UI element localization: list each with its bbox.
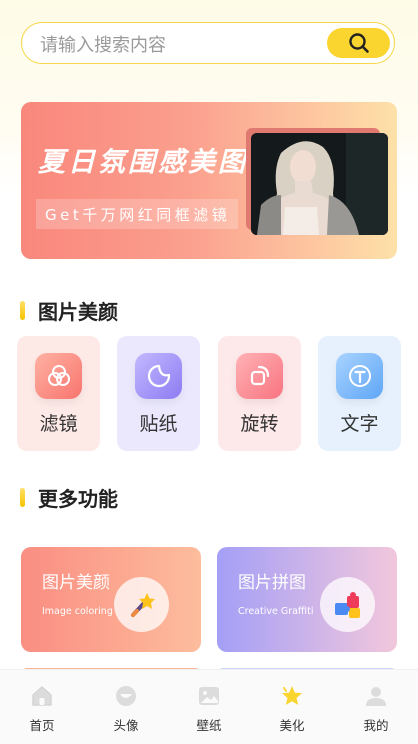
home-icon [32,686,52,706]
feature-card-puzzle[interactable]: 图片拼图 Creative Graffiti [217,547,397,652]
wallpaper-icon [199,687,219,705]
feature-card-beauty[interactable]: 图片美颜 Image coloring [21,547,201,652]
section-header-more: 更多功能 [20,483,118,512]
bottom-tab-bar: 首页 头像 壁纸 美化 我的 [0,669,418,744]
rotate-icon [236,353,283,399]
tab-avatar[interactable]: 头像 [84,670,168,744]
promo-banner[interactable]: 夏日氛围感美图 Get千万网红同框滤镜 [21,102,397,259]
star-icon [282,686,302,705]
puzzle-icon [320,577,375,632]
avatar-icon [116,686,136,706]
magic-wand-icon [114,577,169,632]
user-icon [366,687,386,706]
section-accent-bar [20,488,25,507]
search-button[interactable] [327,28,390,58]
tab-beautify[interactable]: 美化 [250,670,334,744]
feature-title: 图片美颜 [42,573,110,593]
tool-text[interactable]: 文字 [318,336,401,451]
tool-filter[interactable]: 滤镜 [17,336,100,451]
tab-label: 首页 [29,718,55,733]
tool-label: 滤镜 [39,413,78,435]
tool-label: 旋转 [240,413,279,435]
search-icon [348,33,369,53]
tool-label: 贴纸 [139,413,178,435]
feature-title: 图片拼图 [238,573,306,593]
sticker-icon [135,353,182,399]
tool-sticker[interactable]: 贴纸 [117,336,200,451]
tab-label: 美化 [279,718,305,733]
tab-home[interactable]: 首页 [0,670,84,744]
tab-label: 头像 [113,718,139,733]
tab-wallpaper[interactable]: 壁纸 [167,670,251,744]
feature-subtitle: Creative Graffiti [238,606,314,617]
banner-photo [251,133,388,235]
tool-label: 文字 [340,413,379,435]
banner-subtitle: Get千万网红同框滤镜 [36,199,238,229]
section-title: 更多功能 [38,487,118,511]
tab-label: 我的 [363,718,389,733]
feature-subtitle: Image coloring [42,606,113,617]
section-accent-bar [20,301,25,320]
banner-title: 夏日氛围感美图 [38,147,248,178]
section-header-beauty: 图片美颜 [20,296,118,325]
search-input[interactable] [38,32,322,58]
section-title: 图片美颜 [38,300,118,324]
filter-icon [35,353,82,399]
tab-mine[interactable]: 我的 [334,670,418,744]
tab-label: 壁纸 [196,718,222,733]
tool-rotate[interactable]: 旋转 [218,336,301,451]
text-icon [336,353,383,399]
search-bar[interactable] [21,22,395,64]
